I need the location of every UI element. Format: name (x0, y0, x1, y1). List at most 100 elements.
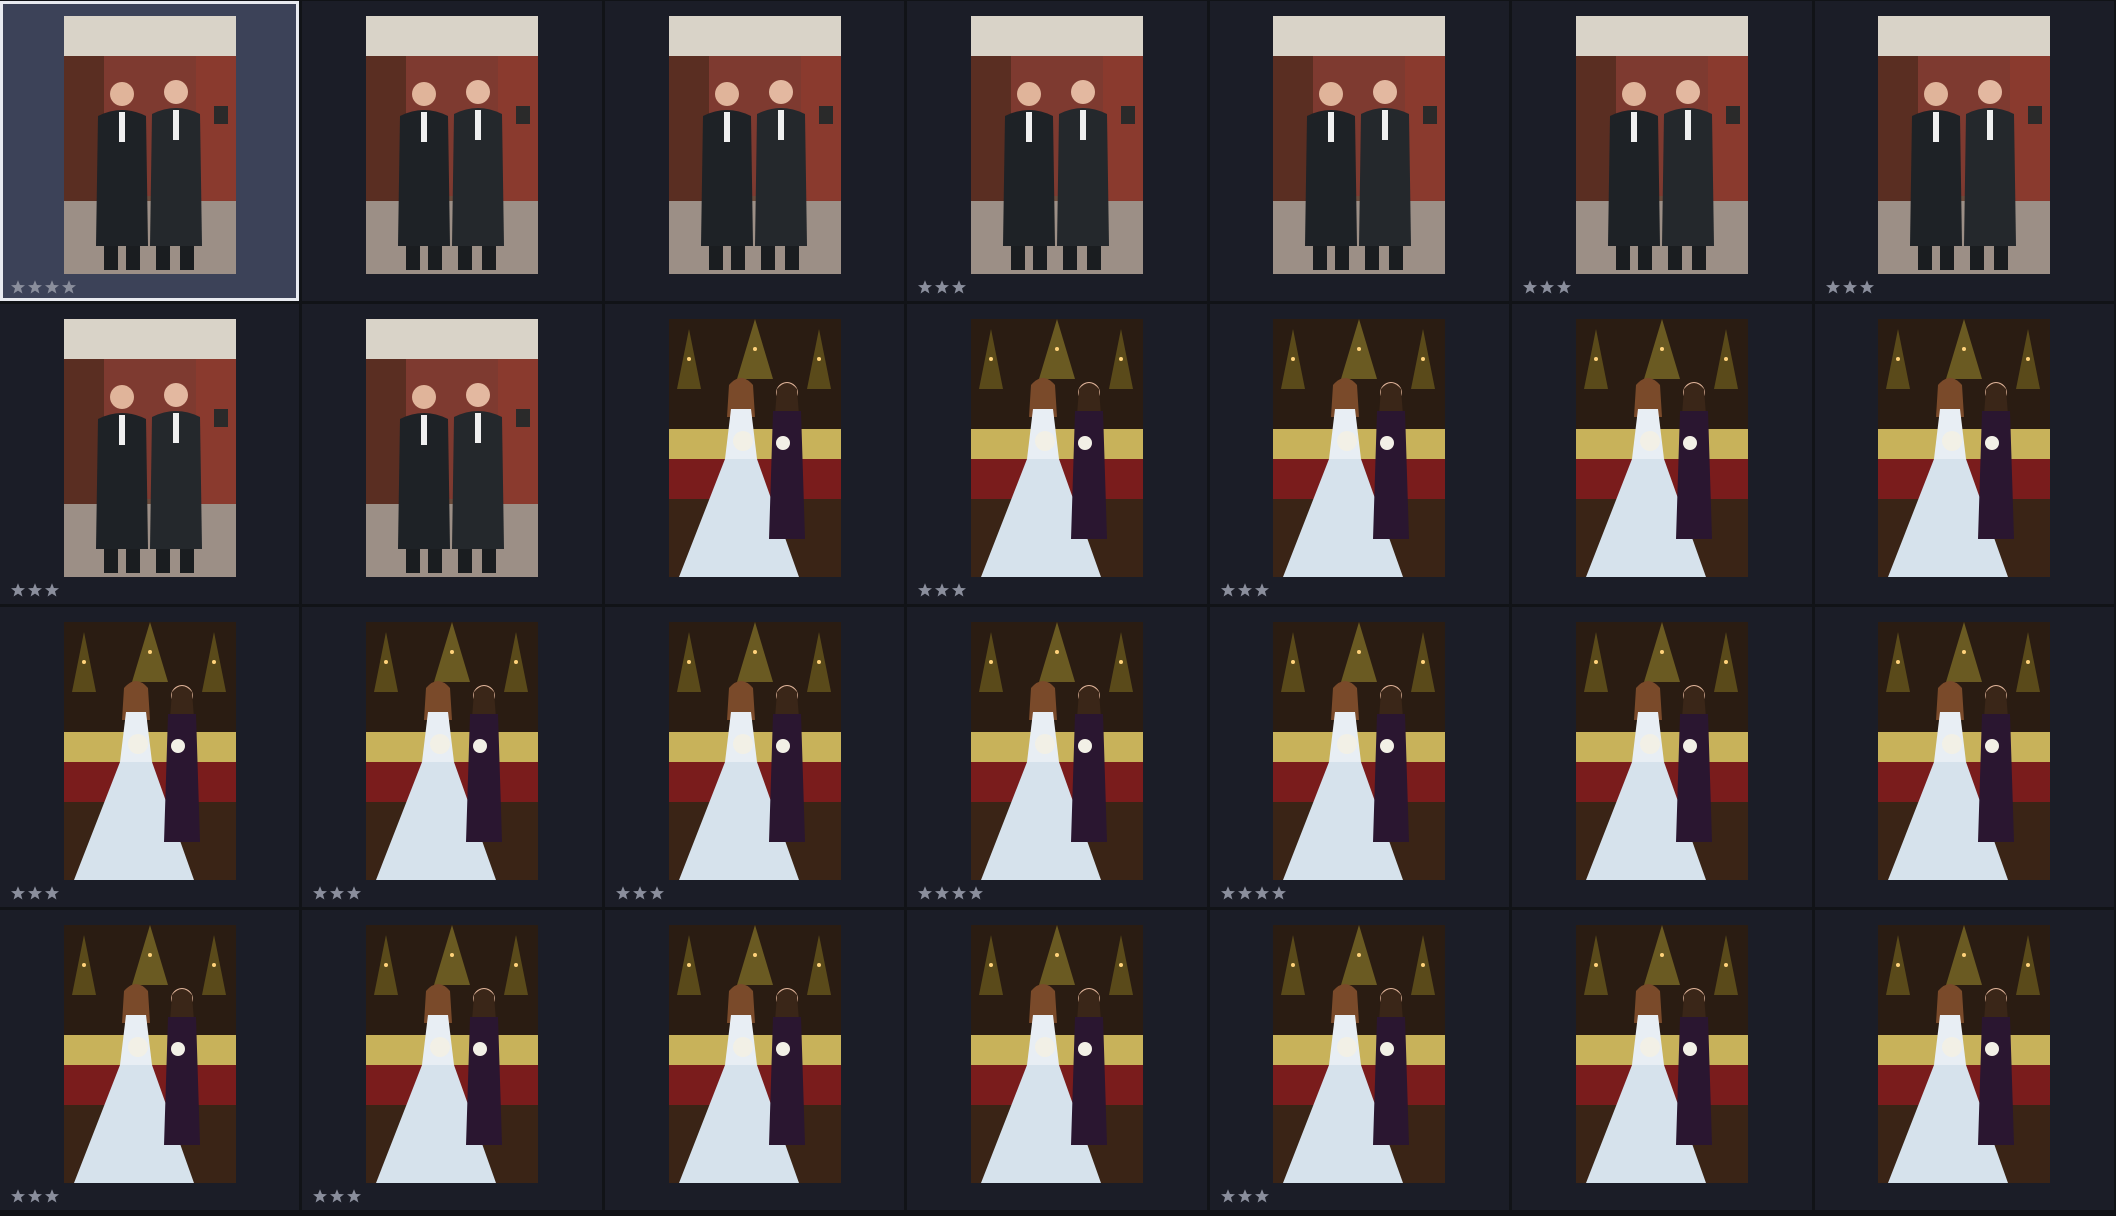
thumbnail-cell[interactable] (907, 607, 1207, 907)
bride-bridesmaid-photo[interactable] (668, 319, 841, 577)
star-rating[interactable] (917, 582, 967, 598)
bride-bridesmaid-photo[interactable] (63, 622, 236, 880)
star-icon (934, 279, 950, 295)
bride-bridesmaid-photo[interactable] (1575, 925, 1748, 1183)
star-icon (346, 885, 362, 901)
thumbnail-cell[interactable] (1209, 910, 1510, 1210)
thumbnail-cell[interactable] (0, 607, 300, 907)
star-icon (10, 582, 26, 598)
groomsmen-photo[interactable] (1273, 16, 1446, 274)
bride-bridesmaid-photo[interactable] (366, 622, 539, 880)
star-icon (1825, 279, 1841, 295)
groomsmen-photo[interactable] (1878, 16, 2051, 274)
groomsmen-photo[interactable] (366, 16, 539, 274)
bride-bridesmaid-photo[interactable] (63, 925, 236, 1183)
thumbnail-cell[interactable] (0, 304, 300, 604)
star-icon (1522, 279, 1538, 295)
thumbnail-cell[interactable] (604, 304, 905, 604)
star-icon (44, 1188, 60, 1204)
bride-bridesmaid-photo[interactable] (668, 622, 841, 880)
star-icon (312, 885, 328, 901)
star-rating[interactable] (10, 582, 60, 598)
star-rating[interactable] (917, 885, 984, 901)
star-icon (10, 1188, 26, 1204)
star-rating[interactable] (10, 279, 77, 295)
bride-bridesmaid-photo[interactable] (1273, 622, 1446, 880)
star-icon (1859, 279, 1875, 295)
star-icon (1254, 582, 1270, 598)
groomsmen-photo[interactable] (366, 319, 539, 577)
star-rating[interactable] (615, 885, 665, 901)
thumbnail-cell[interactable] (604, 607, 905, 907)
thumbnail-cell[interactable] (1512, 304, 1812, 604)
groomsmen-photo[interactable] (668, 16, 841, 274)
star-icon (1220, 1188, 1236, 1204)
groomsmen-photo[interactable] (63, 16, 236, 274)
star-icon (615, 885, 631, 901)
thumbnail-cell[interactable] (1512, 607, 1812, 907)
star-icon (44, 279, 60, 295)
star-rating[interactable] (1825, 279, 1875, 295)
thumbnail-cell[interactable] (604, 910, 905, 1210)
star-icon (917, 885, 933, 901)
star-icon (312, 1188, 328, 1204)
thumbnail-cell[interactable] (0, 1, 300, 301)
thumbnail-cell[interactable] (1512, 910, 1812, 1210)
bride-bridesmaid-photo[interactable] (1273, 319, 1446, 577)
star-rating[interactable] (312, 1188, 362, 1204)
groomsmen-photo[interactable] (1575, 16, 1748, 274)
bride-bridesmaid-photo[interactable] (1575, 319, 1748, 577)
thumbnail-cell[interactable] (1209, 304, 1510, 604)
star-icon (1254, 885, 1270, 901)
bride-bridesmaid-photo[interactable] (970, 622, 1143, 880)
bride-bridesmaid-photo[interactable] (1273, 925, 1446, 1183)
thumbnail-cell[interactable] (1512, 1, 1812, 301)
thumbnail-cell[interactable] (907, 304, 1207, 604)
bride-bridesmaid-photo[interactable] (970, 925, 1143, 1183)
thumbnail-cell[interactable] (302, 304, 602, 604)
bride-bridesmaid-photo[interactable] (970, 319, 1143, 577)
bride-bridesmaid-photo[interactable] (1878, 925, 2051, 1183)
bride-bridesmaid-photo[interactable] (668, 925, 841, 1183)
star-rating[interactable] (1522, 279, 1572, 295)
thumbnail-cell[interactable] (1209, 607, 1510, 907)
star-icon (1220, 582, 1236, 598)
star-icon (1237, 885, 1253, 901)
bride-bridesmaid-photo[interactable] (1575, 622, 1748, 880)
thumbnail-cell[interactable] (1814, 304, 2114, 604)
star-rating[interactable] (917, 279, 967, 295)
star-rating[interactable] (312, 885, 362, 901)
thumbnail-cell[interactable] (302, 607, 602, 907)
star-icon (951, 885, 967, 901)
groomsmen-photo[interactable] (970, 16, 1143, 274)
bride-bridesmaid-photo[interactable] (1878, 319, 2051, 577)
star-icon (27, 1188, 43, 1204)
star-icon (934, 582, 950, 598)
thumbnail-cell[interactable] (907, 1, 1207, 301)
thumbnail-cell[interactable] (1814, 1, 2114, 301)
star-rating[interactable] (1220, 1188, 1270, 1204)
star-icon (951, 279, 967, 295)
star-rating[interactable] (1220, 885, 1287, 901)
star-icon (10, 885, 26, 901)
groomsmen-photo[interactable] (63, 319, 236, 577)
thumbnail-cell[interactable] (1814, 910, 2114, 1210)
thumbnail-cell[interactable] (302, 1, 602, 301)
star-icon (649, 885, 665, 901)
thumbnail-cell[interactable] (604, 1, 905, 301)
star-icon (1842, 279, 1858, 295)
star-rating[interactable] (1220, 582, 1270, 598)
thumbnail-cell[interactable] (1814, 607, 2114, 907)
thumbnail-cell[interactable] (0, 910, 300, 1210)
star-icon (1254, 1188, 1270, 1204)
star-icon (1556, 279, 1572, 295)
thumbnail-cell[interactable] (302, 910, 602, 1210)
star-rating[interactable] (10, 1188, 60, 1204)
star-icon (27, 885, 43, 901)
bride-bridesmaid-photo[interactable] (366, 925, 539, 1183)
bride-bridesmaid-photo[interactable] (1878, 622, 2051, 880)
star-icon (10, 279, 26, 295)
thumbnail-cell[interactable] (1209, 1, 1510, 301)
thumbnail-cell[interactable] (907, 910, 1207, 1210)
star-rating[interactable] (10, 885, 60, 901)
